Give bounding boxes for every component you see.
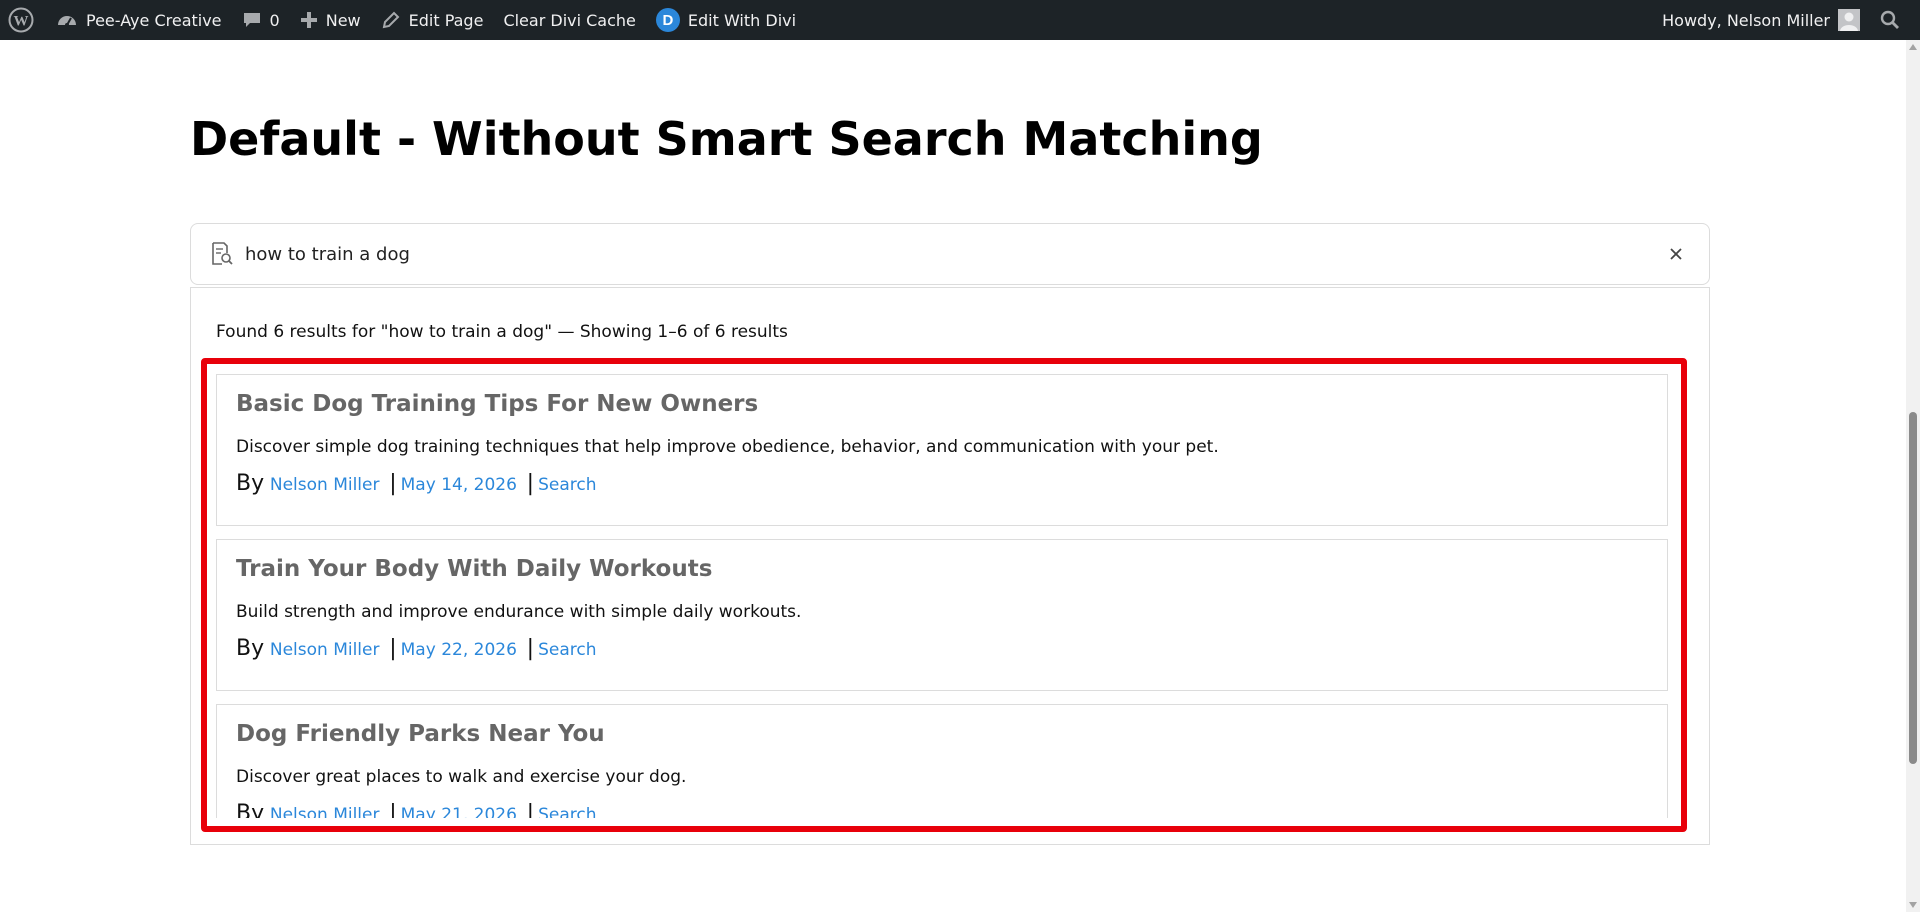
comments-menu[interactable]: 0 [232, 0, 290, 40]
admin-bar-search[interactable] [1870, 0, 1910, 40]
avatar [1838, 9, 1860, 31]
page-scrollbar[interactable] [1906, 40, 1920, 912]
comment-bubble-icon [242, 10, 262, 30]
close-icon [1670, 248, 1682, 260]
wordpress-logo-menu[interactable]: W [0, 0, 46, 40]
document-search-icon [211, 242, 233, 266]
my-account-menu[interactable]: Howdy, Nelson Miller [1652, 0, 1870, 40]
admin-bar: W Pee-Aye Creative 0 New Edit Page Clear… [0, 0, 1920, 40]
plus-icon [300, 11, 318, 29]
edit-with-divi-menu[interactable]: D Edit With Divi [646, 0, 806, 40]
new-content-menu[interactable]: New [290, 0, 371, 40]
wordpress-logo-icon: W [8, 7, 34, 33]
divi-logo-icon: D [655, 8, 680, 32]
search-icon [1880, 10, 1900, 30]
scroll-down-arrow-icon[interactable] [1909, 902, 1917, 908]
clear-divi-cache-label: Clear Divi Cache [503, 10, 636, 30]
site-name-label: Pee-Aye Creative [86, 10, 222, 30]
howdy-label: Howdy, Nelson Miller [1662, 10, 1830, 30]
results-summary: Found 6 results for "how to train a dog"… [216, 322, 788, 342]
new-label: New [325, 10, 361, 30]
highlight-annotation-frame [201, 358, 1687, 832]
page-title: Default - Without Smart Search Matching [190, 112, 1263, 166]
clear-divi-cache-menu[interactable]: Clear Divi Cache [493, 0, 645, 40]
comments-count: 0 [269, 10, 280, 30]
site-name-menu[interactable]: Pee-Aye Creative [46, 0, 232, 40]
pencil-icon [381, 10, 401, 30]
search-results-panel: Found 6 results for "how to train a dog"… [190, 287, 1710, 845]
dashboard-icon [56, 10, 78, 30]
scroll-thumb[interactable] [1909, 412, 1917, 764]
clear-search-button[interactable] [1669, 247, 1683, 261]
edit-with-divi-label: Edit With Divi [687, 10, 797, 30]
search-box [190, 223, 1710, 285]
edit-page-menu[interactable]: Edit Page [371, 0, 494, 40]
edit-page-label: Edit Page [408, 10, 484, 30]
scroll-up-arrow-icon[interactable] [1909, 44, 1917, 50]
search-input[interactable] [245, 234, 1669, 274]
svg-text:W: W [14, 14, 29, 30]
